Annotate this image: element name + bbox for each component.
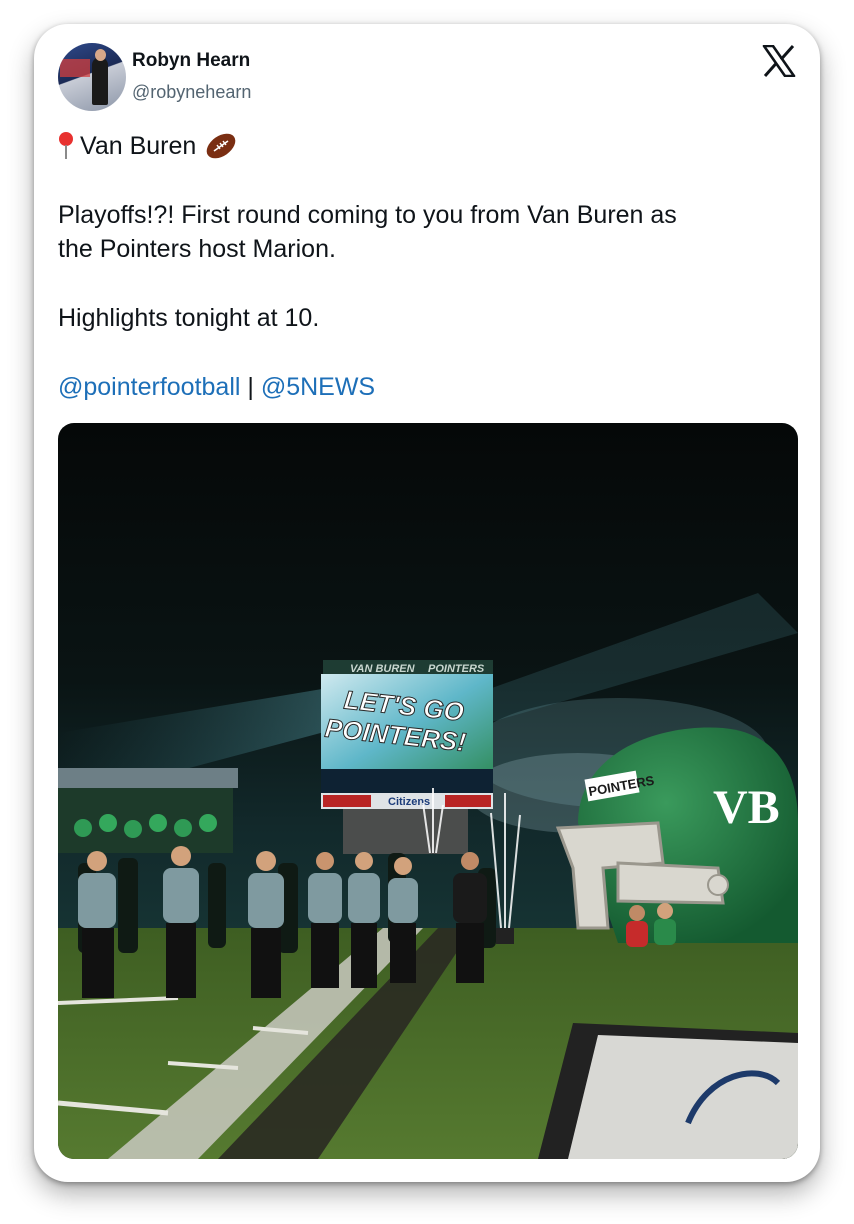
sponsor-right [445, 795, 491, 807]
tweet-text-line-2: the Pointers host Marion. [58, 235, 336, 263]
location-line: Van Buren [58, 129, 238, 163]
stadium-scene: VAN BUREN POINTERS LET'S GO POINTERS! Ci… [58, 593, 798, 1159]
round-pushpin-icon [58, 132, 74, 160]
avatar-person-head [95, 49, 106, 61]
scoreboard-base [343, 809, 468, 854]
author-handle[interactable]: @robynehearn [132, 82, 251, 103]
american-football-icon [206, 133, 236, 159]
endzone-logo-area [568, 1035, 798, 1159]
location-text: Van Buren [80, 132, 197, 160]
scoreboard-header-left: VAN BUREN [350, 663, 416, 675]
mention-separator: | [240, 373, 261, 401]
sparkler-base [496, 928, 514, 944]
scoreboard-header-right: POINTERS [428, 663, 485, 675]
scoreboard-scores [321, 769, 493, 793]
mention-link-5news[interactable]: @5NEWS [261, 373, 375, 401]
tweet-text-line-1: Playoffs!?! First round coming to you fr… [58, 201, 677, 229]
avatar[interactable] [58, 43, 126, 111]
sponsor-left [323, 795, 371, 807]
tweet-text-line-3: Highlights tonight at 10. [58, 304, 320, 332]
helmet-logo: VB [713, 781, 780, 834]
grandstand-roof [58, 768, 238, 788]
tweet-photo[interactable]: VAN BUREN POINTERS LET'S GO POINTERS! Ci… [58, 423, 798, 1159]
mentions-line: @pointerfootball | @5NEWS [58, 370, 375, 404]
author-name[interactable]: Robyn Hearn [132, 50, 250, 72]
mention-link-pointerfootball[interactable]: @pointerfootball [58, 373, 240, 401]
avatar-person [92, 57, 108, 105]
tweet-card: Robyn Hearn @robynehearn Van Buren Playo… [34, 24, 820, 1182]
x-logo-icon[interactable] [762, 45, 796, 77]
avatar-background [60, 59, 90, 77]
